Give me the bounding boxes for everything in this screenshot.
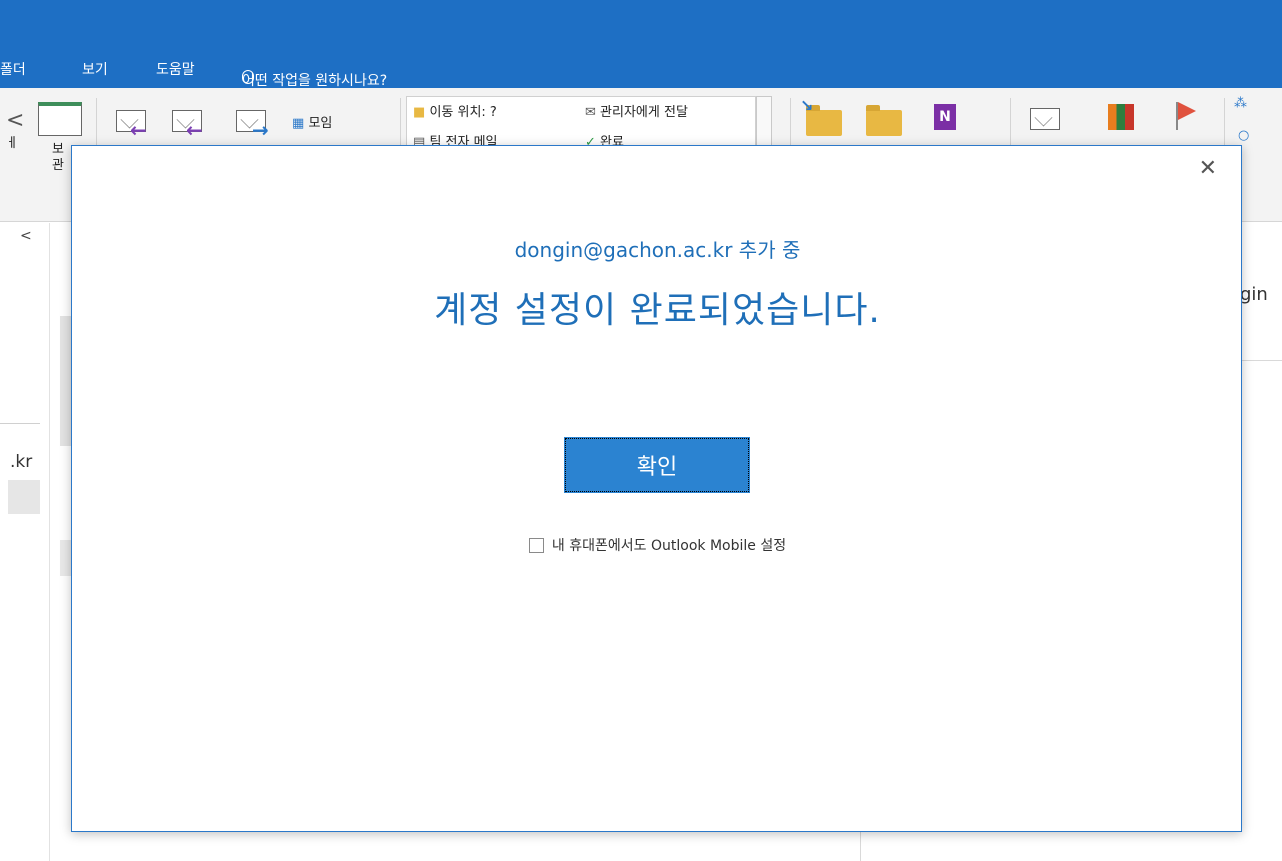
menu-view[interactable]: 보기	[82, 59, 108, 79]
reading-pane-fragment: gin	[1240, 284, 1268, 305]
ribbon-partial-label: ㅔ	[6, 136, 18, 151]
mobile-setup-option: 내 휴대폰에서도 Outlook Mobile 설정	[72, 535, 1243, 555]
forward-mail-icon: ✉	[585, 105, 596, 120]
adding-account-text: dongin@gachon.ac.kr 추가 중	[514, 238, 801, 262]
view-label-2: 관	[52, 158, 64, 173]
calendar-view-icon[interactable]	[38, 102, 82, 136]
meeting-button[interactable]: ▦ 모임	[292, 112, 332, 131]
ok-button[interactable]: 확인	[564, 437, 750, 493]
reply-all-arrow-icon: ←	[186, 118, 203, 142]
move-arrow-icon: ↘	[800, 96, 814, 115]
folder-pane-divider	[0, 423, 40, 424]
search-people-icon[interactable]: ○	[1238, 128, 1249, 143]
setup-complete-heading: 계정 설정이 완료되었습니다.	[434, 290, 881, 331]
quickstep-forward-label: 관리자에게 전달	[600, 105, 688, 120]
quickstep-move-label: 이동 위치: ?	[429, 105, 497, 120]
quickstep-move[interactable]: ■ 이동 위치: ?	[413, 101, 497, 120]
people-icon[interactable]: ⁂	[1234, 96, 1247, 111]
quick-steps-scroll[interactable]	[756, 96, 772, 148]
account-setup-dialog: ✕ dongin@gachon.ac.kr 추가 중 계정 설정이 완료되었습니…	[71, 145, 1242, 832]
menu-help[interactable]: 도움말	[156, 59, 195, 79]
mobile-setup-checkbox[interactable]	[528, 538, 544, 553]
onenote-icon[interactable]: N	[934, 104, 956, 130]
mobile-setup-label[interactable]: 내 휴대폰에서도 Outlook Mobile 설정	[552, 538, 786, 554]
reply-arrow-icon: ←	[130, 118, 147, 142]
folder-icon: ■	[413, 105, 426, 120]
categorize-icon[interactable]	[1108, 104, 1134, 130]
close-icon[interactable]: ✕	[1199, 156, 1217, 181]
menu-bar: 폴더 보기 도움말 어떤 작업을 원하시나요?	[0, 48, 1282, 89]
meeting-label: 모임	[308, 116, 333, 131]
menu-folder[interactable]: 폴더	[0, 59, 26, 79]
account-fragment[interactable]: .kr	[10, 452, 32, 472]
follow-up-flag-icon[interactable]	[1178, 102, 1196, 120]
folder-pane	[0, 223, 50, 861]
selected-folder[interactable]	[8, 480, 40, 514]
unread-read-icon[interactable]	[1030, 108, 1060, 130]
reading-pane-hline	[1242, 360, 1282, 361]
title-bar	[0, 0, 1282, 48]
forward-arrow-icon: →	[252, 118, 269, 142]
quick-steps-gallery[interactable]: ■ 이동 위치: ? ▤ 팀 전자 메일 ✉ 관리자에게 전달 ✓ 완료	[406, 96, 756, 148]
tell-me-text: 어떤 작업을 원하시나요?	[242, 73, 388, 89]
collapse-pane-button[interactable]: <	[20, 228, 32, 244]
rules-icon[interactable]	[866, 105, 902, 136]
reading-pane-divider	[860, 828, 861, 861]
meeting-icon: ▦	[292, 116, 305, 131]
quickstep-forward[interactable]: ✉ 관리자에게 전달	[585, 101, 688, 120]
ribbon-partial-icon: <	[6, 108, 25, 133]
